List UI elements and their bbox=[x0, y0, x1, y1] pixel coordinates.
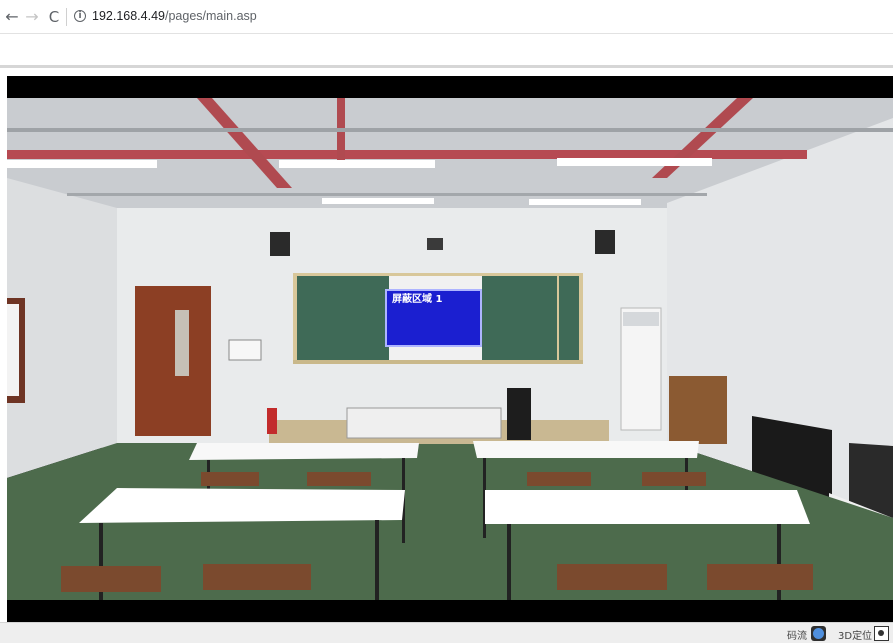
forward-arrow-icon[interactable]: → bbox=[24, 9, 40, 25]
back-arrow-icon[interactable]: ← bbox=[4, 9, 20, 25]
reload-icon[interactable]: C bbox=[46, 9, 62, 25]
table-leg bbox=[507, 524, 511, 600]
blackboard-left bbox=[297, 276, 389, 360]
blackboard-edge bbox=[559, 276, 579, 360]
chair bbox=[201, 472, 259, 486]
table-leg bbox=[375, 520, 379, 600]
stream-label: 码流 bbox=[787, 631, 807, 642]
video-status-bar: 码流 3D定位 bbox=[0, 622, 893, 643]
wall-camera bbox=[427, 238, 443, 250]
chair bbox=[61, 566, 161, 592]
chair bbox=[557, 564, 667, 590]
duct bbox=[67, 193, 707, 196]
browser-toolbar: ← → C i 192.168.4.49/pages/main.asp bbox=[0, 0, 893, 34]
duct bbox=[7, 128, 893, 132]
student-table bbox=[485, 490, 810, 524]
ceiling-light bbox=[7, 160, 157, 168]
speaker bbox=[270, 232, 290, 256]
url-path: /pages/main.asp bbox=[165, 9, 257, 23]
chair bbox=[642, 472, 706, 486]
chair bbox=[307, 472, 371, 486]
stacked-chairs bbox=[669, 376, 727, 444]
ceiling-light bbox=[279, 160, 435, 168]
fire-extinguisher bbox=[267, 408, 277, 434]
url-separator bbox=[66, 8, 67, 26]
door bbox=[135, 286, 211, 436]
board-ledge bbox=[293, 360, 583, 364]
page-header-strip bbox=[0, 34, 893, 68]
ceiling-post bbox=[337, 98, 345, 168]
chair bbox=[527, 472, 591, 486]
door-window bbox=[175, 310, 189, 376]
speaker bbox=[595, 230, 615, 254]
chair bbox=[203, 564, 311, 590]
privacy-mask-label: 屏蔽区域 1 bbox=[392, 294, 443, 305]
air-conditioner bbox=[620, 307, 662, 431]
student-table bbox=[473, 441, 699, 458]
3d-position-label: 3D定位 bbox=[838, 631, 873, 642]
pc-tower bbox=[507, 388, 531, 440]
site-info-icon[interactable]: i bbox=[74, 10, 86, 22]
student-table bbox=[189, 443, 419, 460]
chair bbox=[707, 564, 813, 590]
blackboard-right bbox=[482, 276, 557, 360]
left-board bbox=[7, 304, 19, 396]
camera-scene bbox=[7, 98, 893, 600]
ac-vent bbox=[623, 312, 659, 326]
ceiling-light bbox=[322, 198, 434, 204]
address-bar[interactable]: 192.168.4.49/pages/main.asp bbox=[92, 9, 257, 23]
wall-notice bbox=[228, 339, 262, 361]
ceiling-light bbox=[557, 158, 712, 166]
ceiling-light bbox=[529, 199, 641, 205]
student-table bbox=[79, 488, 405, 523]
url-host: 192.168.4.49 bbox=[92, 9, 165, 23]
video-preview[interactable]: 屏蔽区域 1 bbox=[7, 76, 893, 622]
3d-position-icon[interactable] bbox=[874, 626, 889, 641]
podium bbox=[346, 407, 502, 439]
stream-icon[interactable] bbox=[811, 626, 826, 641]
